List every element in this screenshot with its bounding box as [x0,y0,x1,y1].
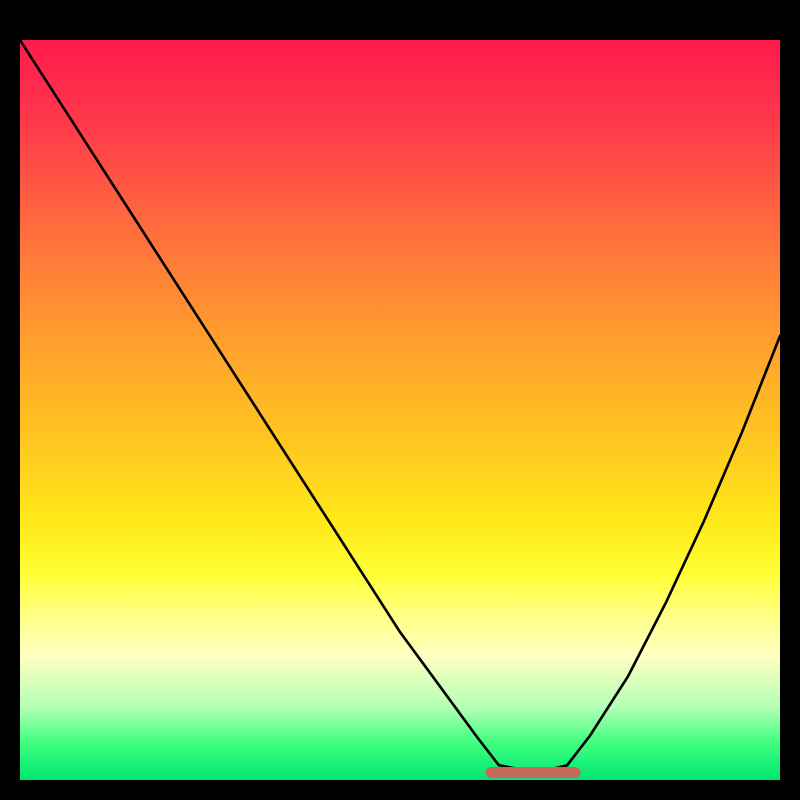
watermark-text: TheBottleneck.com [564,6,794,34]
chart-frame [20,40,780,780]
bottleneck-curve-path [20,40,780,773]
chart-svg [20,40,780,780]
